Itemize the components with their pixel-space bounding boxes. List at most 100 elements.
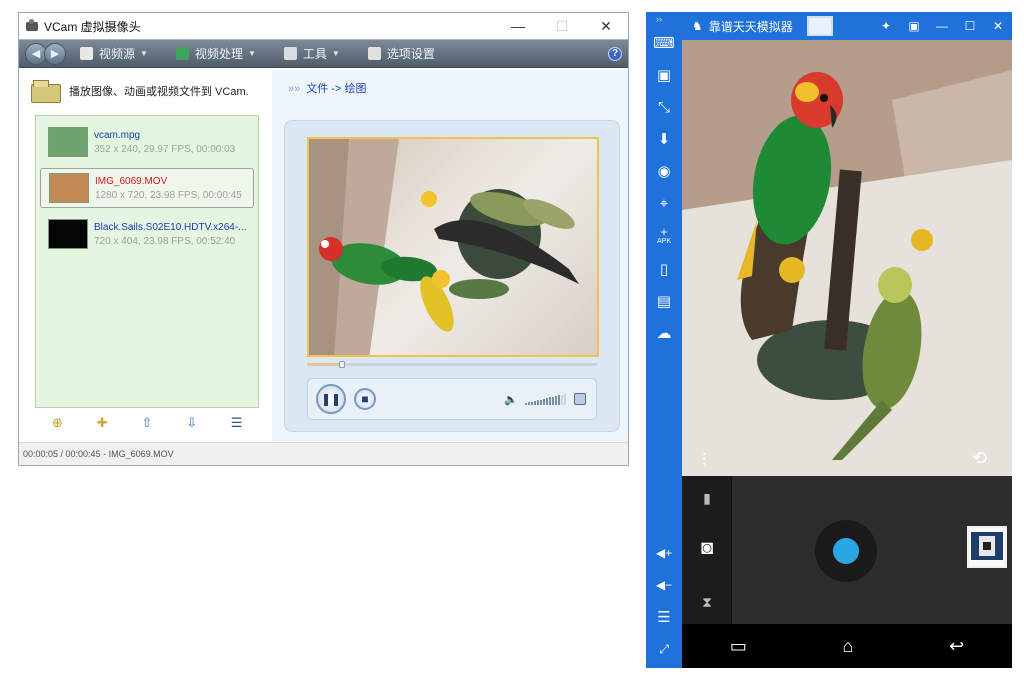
menu-item-label: 视频处理 bbox=[194, 47, 243, 61]
shake-icon[interactable]: ▯ bbox=[655, 260, 673, 278]
add-folder-icon[interactable]: ✚ bbox=[94, 415, 110, 431]
camera-viewfinder[interactable]: ⫶ ⟲ bbox=[682, 40, 1012, 476]
mode-selector: ▮ ◙ ⧗ bbox=[682, 476, 732, 624]
minimize-button[interactable]: — bbox=[496, 13, 540, 39]
volume-slider[interactable] bbox=[524, 393, 566, 405]
breadcrumb-text[interactable]: 文件 -> 绘图 bbox=[306, 83, 366, 95]
screen-tab-icon[interactable] bbox=[806, 16, 833, 36]
emu-close-button[interactable]: ✕ bbox=[984, 19, 1012, 33]
network-icon[interactable]: ☁ bbox=[655, 324, 673, 342]
switch-camera-icon[interactable]: ⟲ bbox=[972, 448, 987, 469]
video-mode-icon[interactable]: ▮ bbox=[697, 488, 717, 508]
camera-search-icon[interactable]: ◉ bbox=[655, 162, 673, 180]
file-thumbnail bbox=[48, 219, 88, 249]
help-icon[interactable]: ? bbox=[608, 46, 622, 61]
file-thumbnail bbox=[48, 127, 88, 157]
move-down-icon[interactable]: ⇩ bbox=[184, 415, 200, 431]
menu-item-label: 视频源 bbox=[99, 47, 136, 61]
file-meta: 720 x 404, 23.98 FPS, 00:52:40 bbox=[94, 235, 236, 247]
folder-icon bbox=[31, 80, 61, 103]
volume-up-icon[interactable]: ◀+ bbox=[655, 544, 673, 562]
list-toolbar: ⊕ ✚ ⇧ ⇩ ☰ bbox=[35, 415, 259, 431]
file-meta: 1280 x 720, 23.98 FPS, 00:00:45 bbox=[95, 189, 242, 201]
chevron-down-icon: ▼ bbox=[331, 49, 340, 58]
maximize-button[interactable]: ☐ bbox=[540, 13, 584, 39]
speaker-icon[interactable]: 🔈 bbox=[504, 393, 518, 406]
gallery-thumbnail[interactable] bbox=[967, 526, 1007, 568]
restore-icon[interactable]: ▣ bbox=[900, 19, 928, 33]
fullscreen-icon[interactable]: ⤢ bbox=[655, 640, 673, 658]
list-menu-icon[interactable]: ☰ bbox=[229, 415, 245, 431]
menu-item-2[interactable]: 工具 ▼ bbox=[283, 45, 340, 62]
forward-arrow-icon[interactable]: ▶ bbox=[44, 42, 66, 65]
list-item[interactable]: vcam.mpg 352 x 240, 29.97 FPS, 00:00:03 bbox=[40, 122, 254, 162]
emu-minimize-button[interactable]: — bbox=[928, 19, 956, 33]
list-item[interactable]: IMG_6069.MOV 1280 x 720, 23.98 FPS, 00:00… bbox=[40, 168, 254, 208]
folder-share-icon[interactable]: ▤ bbox=[655, 292, 673, 310]
pin-icon[interactable]: ✦ bbox=[872, 19, 900, 33]
android-robot-icon: ♞ bbox=[692, 19, 703, 33]
emu-maximize-button[interactable]: ☐ bbox=[956, 19, 984, 33]
home-icon[interactable]: ⌂ bbox=[843, 636, 854, 657]
emulator-tab[interactable]: ♞ 靠谱天天模拟器 bbox=[682, 12, 803, 40]
camera-controls: ▮ ◙ ⧗ bbox=[682, 476, 1012, 624]
menubar: ◀ ▶ 视频源 ▼ 视频处理 ▼ 工具 ▼ 选项设置 ? bbox=[19, 39, 628, 68]
menu-item-label: 工具 bbox=[302, 47, 327, 61]
shutter-button[interactable] bbox=[833, 538, 859, 564]
pen-icon bbox=[283, 47, 297, 60]
menu-item-0[interactable]: 视频源 ▼ bbox=[80, 45, 148, 62]
move-up-icon[interactable]: ⇧ bbox=[139, 415, 155, 431]
collapse-chevron-icon[interactable]: ›› bbox=[656, 14, 662, 24]
list-item[interactable]: Black.Sails.S02E10.HDTV.x264-... 720 x 40… bbox=[40, 214, 254, 254]
emulator-window: ›› ⌨ ▣ ⤡ ⬇ ◉ ⌖ + APK ▯ ▤ ☁ ◀+ ◀− ☰ ⤢ ♞ 靠谱… bbox=[646, 12, 1012, 668]
file-meta: 352 x 240, 29.97 FPS, 00:00:03 bbox=[94, 143, 236, 155]
recent-apps-icon[interactable]: ▭ bbox=[730, 636, 747, 657]
add-file-icon[interactable]: ⊕ bbox=[49, 415, 65, 431]
preview-pane: »» 文件 -> 绘图 ❚❚ ■ 🔈 bbox=[272, 70, 628, 442]
menu-item-label: 选项设置 bbox=[386, 47, 435, 61]
webcam-app-icon bbox=[25, 19, 39, 33]
double-chevron-icon: »» bbox=[288, 83, 301, 95]
close-button[interactable]: ✕ bbox=[584, 13, 628, 39]
monitor-icon[interactable] bbox=[574, 393, 586, 405]
breadcrumb[interactable]: »» 文件 -> 绘图 bbox=[288, 80, 366, 96]
file-name: vcam.mpg bbox=[94, 129, 141, 141]
menu-item-1[interactable]: 视频处理 ▼ bbox=[175, 45, 256, 62]
adjust-sliders-icon[interactable]: ⫶ bbox=[702, 450, 707, 471]
file-list: vcam.mpg 352 x 240, 29.97 FPS, 00:00:03 IM… bbox=[35, 115, 259, 408]
volume-control: 🔈 bbox=[504, 393, 586, 406]
stop-button[interactable]: ■ bbox=[354, 388, 376, 410]
android-screen: ⫶ ⟲ ▮ ◙ ⧗ ▭ ⌂ ↩ bbox=[682, 40, 1012, 668]
seek-bar-fill bbox=[307, 363, 342, 366]
play-hint: 播放图像、动画或视频文件到 VCam. bbox=[31, 80, 249, 103]
volume-down-icon[interactable]: ◀− bbox=[655, 576, 673, 594]
parrot-camera-image bbox=[682, 40, 1012, 476]
resize-icon[interactable]: ⤡ bbox=[655, 98, 673, 116]
panorama-mode-icon[interactable]: ⧗ bbox=[697, 592, 717, 612]
menu-item-3[interactable]: 选项设置 bbox=[367, 45, 435, 62]
pause-button[interactable]: ❚❚ bbox=[316, 384, 346, 414]
file-name: Black.Sails.S02E10.HDTV.x264-... bbox=[94, 221, 247, 233]
screenshot-icon[interactable]: ▣ bbox=[655, 66, 673, 84]
document-icon bbox=[80, 47, 93, 60]
seek-bar[interactable] bbox=[307, 361, 597, 368]
seek-bar-thumb[interactable] bbox=[338, 361, 345, 368]
keyboard-icon[interactable]: ⌨ bbox=[653, 34, 675, 52]
back-icon[interactable]: ↩ bbox=[949, 636, 964, 657]
emulator-title: 靠谱天天模拟器 bbox=[708, 19, 793, 34]
install-icon[interactable]: ⬇ bbox=[655, 130, 673, 148]
emulator-titlebar: ♞ 靠谱天天模拟器 ✦ ▣ — ☐ ✕ bbox=[682, 12, 1012, 40]
video-preview bbox=[307, 137, 599, 357]
photo-mode-icon[interactable]: ◙ bbox=[697, 537, 717, 559]
location-icon[interactable]: ⌖ bbox=[655, 194, 673, 212]
preview-card: ❚❚ ■ 🔈 bbox=[284, 120, 620, 432]
source-pane: 播放图像、动画或视频文件到 VCam. vcam.mpg 352 x 240, 2… bbox=[19, 70, 272, 442]
window-title: VCam 虚拟摄像头 bbox=[44, 19, 141, 34]
vcam-titlebar: VCam 虚拟摄像头 — ☐ ✕ bbox=[19, 13, 628, 39]
apk-icon[interactable]: + APK bbox=[655, 226, 673, 246]
android-navbar: ▭ ⌂ ↩ bbox=[682, 624, 1012, 668]
chevron-down-icon: ▼ bbox=[140, 49, 148, 58]
play-hint-text: 播放图像、动画或视频文件到 VCam. bbox=[69, 86, 249, 98]
menu-list-icon[interactable]: ☰ bbox=[655, 608, 673, 626]
color-palette-icon bbox=[175, 47, 189, 60]
